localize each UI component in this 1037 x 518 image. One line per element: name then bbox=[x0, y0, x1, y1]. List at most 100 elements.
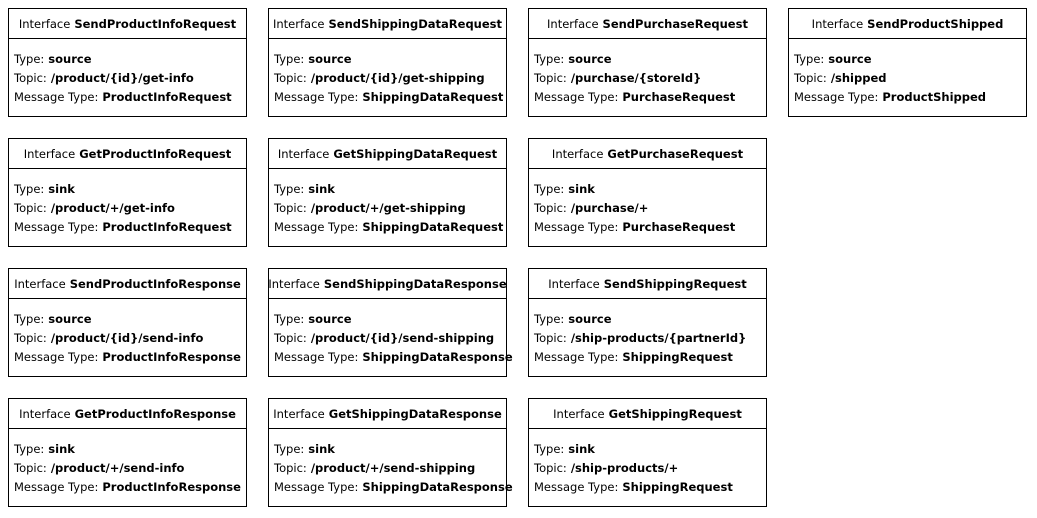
type-label: Type: bbox=[274, 312, 305, 326]
topic-label: Topic: bbox=[274, 71, 307, 85]
topic-value: /ship-products/{partnerId} bbox=[570, 331, 747, 345]
type-row: Type: sink bbox=[534, 440, 766, 459]
interface-keyword: Interface bbox=[553, 406, 605, 421]
message-type-row: Message Type: ShippingDataResponse bbox=[274, 348, 513, 367]
topic-value: /product/{id}/send-shipping bbox=[310, 331, 495, 345]
topic-label: Topic: bbox=[274, 461, 307, 475]
type-label: Type: bbox=[534, 312, 565, 326]
interface-keyword: Interface bbox=[268, 276, 320, 291]
type-value: source bbox=[568, 312, 612, 326]
topic-row: Topic:/purchase/+ bbox=[534, 199, 766, 218]
topic-row: Topic:/product/{id}/send-shipping bbox=[274, 329, 506, 348]
interface-name: GetProductInfoRequest bbox=[79, 146, 232, 161]
message-type-value: ShippingDataRequest bbox=[362, 220, 504, 234]
interface-box: Interface GetShippingDataResponse Type: si… bbox=[268, 398, 513, 507]
interface-box: Interface SendProductShipped Type: source … bbox=[788, 8, 1027, 117]
type-label: Type: bbox=[274, 52, 305, 66]
message-type-row: Message Type: ShippingRequest bbox=[534, 478, 766, 497]
topic-label: Topic: bbox=[274, 331, 307, 345]
interface-body: Type: source Topic:/product/{id}/send-shi… bbox=[269, 299, 513, 367]
type-row: Type: sink bbox=[14, 440, 246, 459]
type-label: Type: bbox=[534, 182, 565, 196]
type-label: Type: bbox=[274, 442, 305, 456]
type-value: sink bbox=[308, 442, 335, 456]
type-row: Type: source bbox=[534, 310, 766, 329]
topic-label: Topic: bbox=[14, 201, 47, 215]
interface-keyword: Interface bbox=[811, 16, 864, 31]
message-type-row: Message Type: ProductShipped bbox=[794, 88, 1026, 107]
topic-row: Topic:/purchase/{storeId} bbox=[534, 69, 766, 88]
topic-value: /product/+/send-info bbox=[50, 461, 185, 475]
interface-box: Interface SendProductInfoRequest Type: sou… bbox=[8, 8, 247, 117]
interface-name: GetShippingRequest bbox=[608, 406, 742, 421]
interface-box: Interface GetShippingRequest Type: sink To… bbox=[528, 398, 767, 507]
message-type-row: Message Type: PurchaseRequest bbox=[534, 88, 766, 107]
interface-keyword: Interface bbox=[14, 276, 66, 291]
topic-label: Topic: bbox=[534, 201, 567, 215]
type-value: sink bbox=[308, 182, 335, 196]
type-row: Type: source bbox=[794, 50, 1026, 69]
interface-name: GetPurchaseRequest bbox=[607, 146, 744, 161]
message-type-row: Message Type: ShippingRequest bbox=[534, 348, 766, 367]
interface-header: Interface SendProductShipped bbox=[789, 9, 1026, 39]
type-row: Type: source bbox=[14, 50, 246, 69]
interface-header: Interface GetProductInfoResponse bbox=[9, 399, 246, 429]
interface-keyword: Interface bbox=[547, 16, 599, 31]
topic-label: Topic: bbox=[14, 331, 47, 345]
interface-body: Type: sink Topic:/product/+/get-shipping … bbox=[269, 169, 506, 237]
interface-body: Type: sink Topic:/product/+/get-info Mess… bbox=[9, 169, 246, 237]
interface-body: Type: source Topic:/product/{id}/send-inf… bbox=[9, 299, 246, 367]
interface-name: GetProductInfoResponse bbox=[74, 406, 236, 421]
interface-keyword: Interface bbox=[19, 406, 71, 421]
message-type-value: PurchaseRequest bbox=[622, 220, 736, 234]
message-type-label: Message Type: bbox=[274, 90, 359, 104]
type-value: sink bbox=[48, 182, 75, 196]
interface-box: Interface SendShippingRequest Type: source… bbox=[528, 268, 767, 377]
topic-row: Topic:/product/{id}/send-info bbox=[14, 329, 246, 348]
interface-keyword: Interface bbox=[551, 146, 604, 161]
interface-name: SendPurchaseRequest bbox=[602, 16, 748, 31]
message-type-label: Message Type: bbox=[534, 480, 619, 494]
message-type-value: ProductInfoRequest bbox=[102, 90, 232, 104]
interface-body: Type: source Topic:/purchase/{storeId} Me… bbox=[529, 39, 766, 107]
message-type-row: Message Type: PurchaseRequest bbox=[534, 218, 766, 237]
message-type-row: Message Type: ShippingDataRequest bbox=[274, 88, 506, 107]
interface-header: Interface SendShippingDataRequest bbox=[269, 9, 506, 39]
type-label: Type: bbox=[534, 442, 565, 456]
topic-label: Topic: bbox=[274, 201, 307, 215]
interface-name: SendProductShipped bbox=[867, 16, 1004, 31]
interface-keyword: Interface bbox=[272, 16, 325, 31]
type-label: Type: bbox=[14, 442, 45, 456]
interface-body: Type: source Topic:/product/{id}/get-ship… bbox=[269, 39, 506, 107]
message-type-value: ShippingDataResponse bbox=[362, 350, 513, 364]
interface-name: SendShippingRequest bbox=[603, 276, 747, 291]
interface-body: Type: source Topic:/ship-products/{partne… bbox=[529, 299, 766, 367]
type-value: source bbox=[48, 52, 92, 66]
type-value: source bbox=[308, 312, 352, 326]
message-type-value: ShippingRequest bbox=[622, 480, 733, 494]
message-type-label: Message Type: bbox=[794, 90, 879, 104]
topic-value: /purchase/+ bbox=[570, 201, 649, 215]
topic-value: /product/{id}/get-shipping bbox=[310, 71, 485, 85]
interface-header: Interface GetShippingRequest bbox=[529, 399, 766, 429]
message-type-label: Message Type: bbox=[14, 90, 99, 104]
type-label: Type: bbox=[14, 312, 45, 326]
interface-name: SendShippingDataResponse bbox=[323, 276, 507, 291]
type-label: Type: bbox=[794, 52, 825, 66]
message-type-value: ShippingDataResponse bbox=[362, 480, 513, 494]
interface-box: Interface GetShippingDataRequest Type: sin… bbox=[268, 138, 507, 247]
topic-row: Topic:/shipped bbox=[794, 69, 1026, 88]
interface-body: Type: source Topic:/product/{id}/get-info… bbox=[9, 39, 246, 107]
topic-value: /product/+/send-shipping bbox=[310, 461, 476, 475]
message-type-value: ProductInfoResponse bbox=[102, 350, 241, 364]
message-type-label: Message Type: bbox=[14, 220, 99, 234]
topic-row: Topic:/ship-products/+ bbox=[534, 459, 766, 478]
message-type-label: Message Type: bbox=[534, 350, 619, 364]
type-row: Type: source bbox=[534, 50, 766, 69]
interface-body: Type: sink Topic:/purchase/+ Message Type… bbox=[529, 169, 766, 237]
interface-keyword: Interface bbox=[23, 146, 76, 161]
type-row: Type: source bbox=[274, 310, 506, 329]
interface-name: GetShippingDataResponse bbox=[328, 406, 502, 421]
topic-row: Topic:/product/{id}/get-shipping bbox=[274, 69, 506, 88]
interface-box: Interface GetProductInfoRequest Type: sink… bbox=[8, 138, 247, 247]
